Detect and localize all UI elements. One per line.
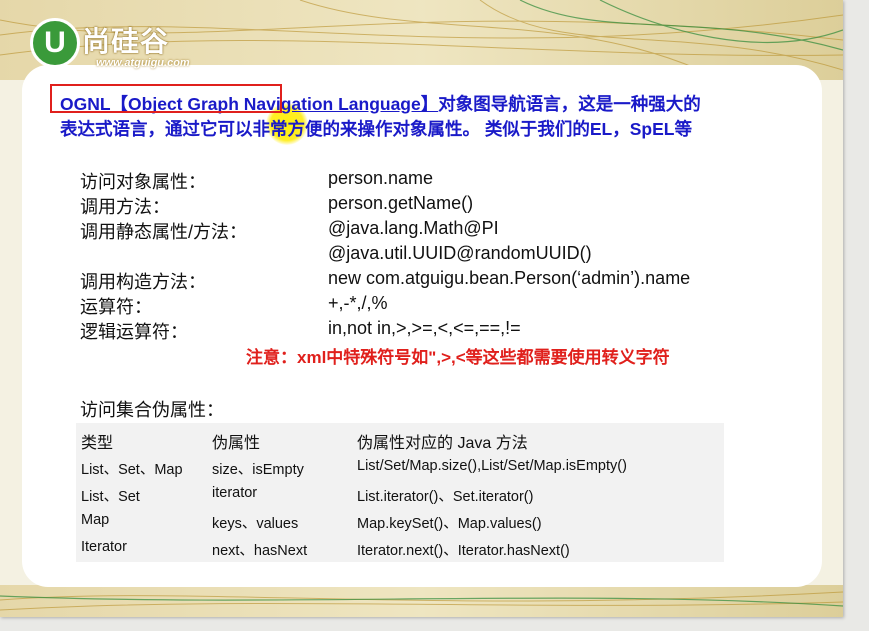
table-cell: List、Set — [81, 489, 140, 505]
item-label: 运算符： — [80, 297, 152, 317]
red-highlight-box — [50, 84, 282, 113]
logo-brand-text: 尚硅谷 — [82, 26, 170, 57]
item-label: 逻辑运算符： — [80, 322, 188, 342]
item-label: 调用静态属性/方法： — [80, 222, 248, 242]
pseudo-property-table: 类型 伪属性 伪属性对应的 Java 方法 List、Set、Map size、… — [76, 423, 724, 562]
item-value: new com.atguigu.bean.Person(‘admin’).nam… — [328, 268, 691, 288]
table-cell: keys、values — [212, 516, 299, 532]
item-label: 调用方法： — [80, 197, 170, 217]
item-value: person.getName() — [328, 193, 474, 213]
warning-note: 注意：xml中特殊符号如",>,<等这些都需要使用转义字符 — [246, 348, 670, 367]
item-value: @java.lang.Math@PI — [328, 218, 499, 238]
item-value: person.name — [328, 168, 434, 188]
item-value: +,-*,/,% — [328, 293, 388, 313]
item-value: @java.util.UUID@randomUUID() — [328, 243, 592, 263]
section-title: 访问集合伪属性： — [80, 400, 224, 420]
logo: U 尚硅谷 www.atguigu.com — [30, 18, 250, 74]
table-cell: List/Set/Map.size(),List/Set/Map.isEmpty… — [357, 458, 627, 474]
item-value: in,not in,>,>=,<,<=,==,!= — [328, 318, 521, 338]
table-cell: Iterator.next()、Iterator.hasNext() — [357, 543, 570, 559]
table-cell: Iterator — [81, 539, 127, 555]
table-header: 伪属性对应的 Java 方法 — [357, 435, 528, 452]
table-cell: List、Set、Map — [81, 462, 183, 478]
logo-url: www.atguigu.com — [96, 57, 190, 69]
item-label: 调用构造方法： — [80, 272, 206, 292]
table-cell: next、hasNext — [212, 543, 308, 559]
item-label: 访问对象属性： — [80, 172, 206, 192]
table-header: 伪属性 — [212, 435, 261, 452]
table-cell: size、isEmpty — [212, 462, 304, 478]
intro-line2: 表达式语言，通过它可以非常方便的来操作对象属性。 类似于我们的EL，SpEL等 — [60, 119, 692, 139]
slide: U 尚硅谷 www.atguigu.com OGNL【Object Graph … — [0, 0, 843, 617]
table-cell: Map.keySet()、Map.values() — [357, 516, 542, 532]
intro-line1-rest: 对象图导航语言，这是一种强大的 — [438, 94, 701, 114]
table-cell: iterator — [212, 485, 258, 501]
table-header: 类型 — [81, 435, 114, 452]
table-cell: List.iterator()、Set.iterator() — [357, 489, 534, 505]
logo-mark: U — [30, 18, 80, 68]
table-cell: Map — [81, 512, 110, 528]
